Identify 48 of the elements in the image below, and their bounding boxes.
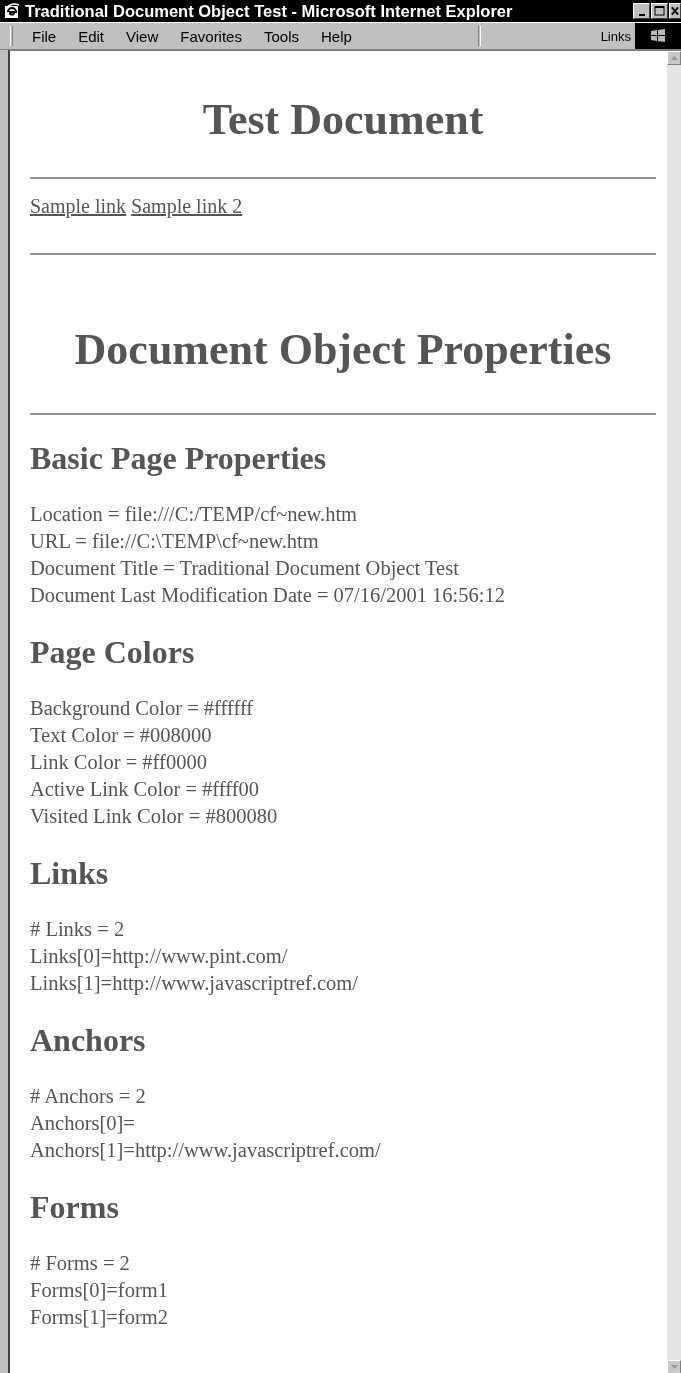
page-title: Test Document — [201, 94, 485, 145]
property-line: Location = file:///C:/TEMP/cf~new.htm — [30, 502, 359, 527]
section-heading: Forms — [30, 1188, 120, 1226]
close-button[interactable] — [669, 3, 681, 19]
property-line: Background Color = #ffffff — [30, 696, 255, 722]
property-line: Links[0]=http://www.pint.com/ — [30, 944, 289, 970]
down-arrow-icon — [670, 1365, 678, 1369]
menu-item[interactable]: Tools — [252, 27, 310, 45]
property-line: URL = file://C:\TEMP\cf~new.htm — [30, 529, 320, 554]
property-line: Forms[0]=form1 — [30, 1278, 169, 1303]
close-icon — [670, 6, 680, 16]
menu-item[interactable]: File — [21, 27, 68, 45]
property-line: Links[1]=http://www.javascriptref.com/ — [30, 971, 359, 997]
window-title: Traditional Document Object Test - Microsoft Internet Explorer — [25, 1, 514, 21]
property-line: Link Color = #ff0000 — [30, 750, 208, 775]
sample-link[interactable]: Sample link — [30, 195, 127, 217]
property-line: # Anchors = 2 — [30, 1084, 147, 1109]
browser-icon — [4, 3, 20, 19]
up-arrow-icon — [670, 56, 678, 60]
property-line: Visited Link Color = #800080 — [30, 804, 279, 829]
menu-item[interactable]: Favorites — [169, 27, 253, 45]
maximize-button[interactable] — [651, 3, 668, 19]
menu-item[interactable]: Help — [310, 27, 363, 45]
sample-link[interactable]: Sample link 2 — [131, 195, 243, 217]
section-heading: Basic Page Properties — [30, 439, 328, 477]
property-line: Forms[1]=form2 — [30, 1305, 169, 1330]
property-line: # Links = 2 — [30, 917, 126, 942]
property-line: Anchors[0]= — [30, 1111, 136, 1136]
section-heading: Anchors — [30, 1021, 147, 1059]
property-line: Document Title = Traditional Document Object Test — [30, 556, 460, 582]
section-heading: Links — [30, 854, 110, 892]
minimize-button[interactable] — [633, 3, 650, 19]
menu-item[interactable]: View — [115, 27, 170, 45]
property-line: Document Last Modification Date = 07/16/2001 16:56:12 — [30, 583, 506, 608]
section-heading: Page Colors — [30, 633, 196, 671]
scroll-up-button[interactable] — [667, 51, 681, 65]
property-line: # Forms = 2 — [30, 1251, 131, 1276]
links-button[interactable]: Links — [596, 28, 635, 44]
property-line: Text Color = #008000 — [30, 723, 213, 748]
scrollbar[interactable] — [667, 51, 681, 1373]
minimize-icon — [638, 13, 645, 16]
scroll-down-button[interactable] — [667, 1360, 681, 1373]
menu-item[interactable]: Edit — [67, 27, 116, 45]
property-line: Active Link Color = #ffff00 — [30, 777, 261, 802]
property-line: Anchors[1]=http://www.javascriptref.com/ — [30, 1138, 382, 1164]
windows-logo-icon — [649, 27, 667, 45]
section-title: Document Object Properties — [73, 325, 613, 375]
maximize-icon — [654, 6, 665, 16]
